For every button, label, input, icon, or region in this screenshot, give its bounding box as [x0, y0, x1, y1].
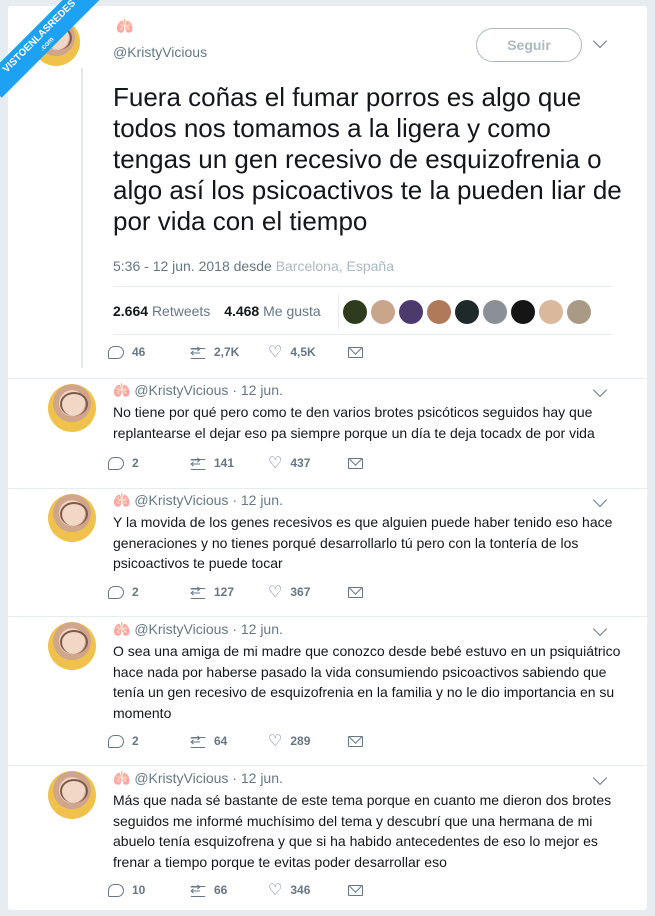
like-stat[interactable]: 4.468 Me gusta — [224, 303, 321, 319]
reply-button[interactable]: 2 — [108, 734, 139, 749]
envelope-icon — [348, 347, 363, 359]
retweet-icon — [188, 732, 206, 748]
heart-icon: ♡ — [268, 732, 283, 750]
liker-avatar[interactable] — [567, 300, 591, 324]
retweet-icon — [188, 343, 206, 359]
envelope-icon — [348, 736, 363, 748]
retweet-button[interactable]: 66 — [188, 881, 227, 897]
message-button[interactable] — [348, 734, 371, 748]
tweet-thread-card: 🫁 @KristyVicious Seguir Fuera coñas el f… — [8, 6, 647, 910]
message-button[interactable] — [348, 456, 371, 470]
envelope-icon — [348, 458, 363, 470]
liker-avatar[interactable] — [399, 300, 423, 324]
lungs-emoji-icon: 🫁 — [113, 492, 131, 508]
tweet-timestamp[interactable]: 5:36 - 12 jun. 2018 desde Barcelona, Esp… — [113, 258, 394, 274]
retweet-icon — [188, 583, 206, 599]
reply-button[interactable]: 2 — [108, 585, 139, 600]
like-button[interactable]: ♡ 367 — [268, 583, 310, 601]
tweet-text: O sea una amiga de mi madre que conozco … — [113, 643, 621, 721]
heart-icon: ♡ — [268, 454, 283, 472]
retweet-button[interactable]: 141 — [188, 454, 234, 470]
like-button[interactable]: ♡ 4,5K — [268, 343, 316, 361]
tweet-date[interactable]: · 12 jun. — [232, 382, 283, 398]
avatar[interactable] — [48, 771, 96, 819]
reply-button[interactable]: 46 — [108, 345, 145, 360]
author-handle[interactable]: @KristyVicious — [134, 621, 228, 637]
message-button[interactable] — [348, 585, 371, 599]
like-button[interactable]: ♡ 289 — [268, 732, 310, 750]
thread-line — [81, 68, 83, 368]
tweet-stats: 2.664 Retweets 4.468 Me gusta — [113, 303, 331, 319]
reply-header: 🫁 @KristyVicious · 12 jun. — [113, 621, 283, 638]
liker-avatar[interactable] — [427, 300, 451, 324]
reply-icon — [108, 457, 124, 471]
divider — [113, 334, 613, 335]
envelope-icon — [348, 587, 363, 599]
like-button[interactable]: ♡ 437 — [268, 454, 310, 472]
lungs-emoji-icon: 🫁 — [113, 621, 131, 637]
lungs-emoji-icon: 🫁 — [116, 18, 134, 34]
chevron-down-icon[interactable] — [592, 621, 608, 637]
author-handle[interactable]: @KristyVicious — [134, 382, 228, 398]
message-button[interactable] — [348, 345, 371, 359]
tweet-date[interactable]: · 12 jun. — [232, 492, 283, 508]
like-button[interactable]: ♡ 346 — [268, 881, 310, 899]
reply-button[interactable]: 2 — [108, 456, 139, 471]
reply-icon — [108, 884, 124, 898]
chevron-down-icon[interactable] — [592, 33, 608, 49]
heart-icon: ♡ — [268, 343, 283, 361]
reply-icon — [108, 586, 124, 600]
timestamp-location[interactable]: Barcelona, España — [276, 258, 394, 274]
tweet-text: Más que nada sé bastante de este tema po… — [113, 792, 612, 870]
liker-avatar[interactable] — [371, 300, 395, 324]
author-handle[interactable]: @KristyVicious — [113, 44, 207, 60]
avatar[interactable] — [48, 384, 96, 432]
avatar[interactable] — [48, 494, 96, 542]
follow-button[interactable]: Seguir — [476, 28, 582, 62]
retweet-button[interactable]: 127 — [188, 583, 234, 599]
liker-avatars — [338, 294, 613, 330]
divider — [8, 765, 647, 766]
tweet-text: No tiene por qué pero como te den varios… — [113, 404, 595, 441]
retweet-icon — [188, 454, 206, 470]
chevron-down-icon[interactable] — [592, 382, 608, 398]
divider — [8, 378, 647, 379]
heart-icon: ♡ — [268, 583, 283, 601]
chevron-down-icon[interactable] — [592, 770, 608, 786]
reply-icon — [108, 346, 124, 360]
reply-header: 🫁 @KristyVicious · 12 jun. — [113, 382, 283, 399]
author-handle[interactable]: @KristyVicious — [134, 492, 228, 508]
heart-icon: ♡ — [268, 881, 283, 899]
lungs-emoji-icon: 🫁 — [113, 770, 131, 786]
divider — [113, 286, 613, 287]
retweet-stat[interactable]: 2.664 Retweets — [113, 303, 210, 319]
liker-avatar[interactable] — [511, 300, 535, 324]
timestamp-time: 5:36 - 12 jun. 2018 desde — [113, 258, 276, 274]
reply-header: 🫁 @KristyVicious · 12 jun. — [113, 770, 283, 787]
reply-button[interactable]: 10 — [108, 883, 145, 898]
avatar[interactable] — [48, 622, 96, 670]
retweet-button[interactable]: 2,7K — [188, 343, 239, 359]
liker-avatar[interactable] — [455, 300, 479, 324]
divider — [8, 488, 647, 489]
retweet-icon — [188, 881, 206, 897]
tweet-date[interactable]: · 12 jun. — [232, 770, 283, 786]
tweet-date[interactable]: · 12 jun. — [232, 621, 283, 637]
author-handle[interactable]: @KristyVicious — [134, 770, 228, 786]
lungs-emoji-icon: 🫁 — [113, 382, 131, 398]
divider — [8, 616, 647, 617]
message-button[interactable] — [348, 883, 371, 897]
retweet-button[interactable]: 64 — [188, 732, 227, 748]
reply-icon — [108, 735, 124, 749]
liker-avatar[interactable] — [539, 300, 563, 324]
envelope-icon — [348, 885, 363, 897]
chevron-down-icon[interactable] — [592, 492, 608, 508]
tweet-text: Fuera coñas el fumar porros es algo que … — [113, 82, 622, 236]
liker-avatar[interactable] — [343, 300, 367, 324]
liker-avatar[interactable] — [483, 300, 507, 324]
reply-header: 🫁 @KristyVicious · 12 jun. — [113, 492, 283, 509]
tweet-text: Y la movida de los genes recesivos es qu… — [113, 514, 613, 571]
